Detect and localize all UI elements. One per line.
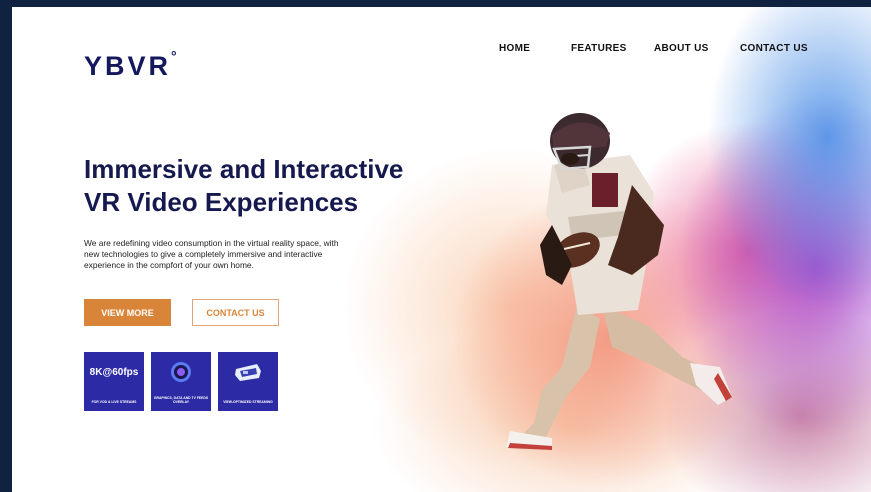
page-frame: YBVR° HOME FEATURES ABOUT US CONTACT US … [12,7,871,492]
feature-card-8k: 8K@60fps FOR VOD & LIVE STREAMS [84,352,144,411]
feature-card-overlay: GRAPHICS, DATA AND TV FEEDS OVERLAY [151,352,211,411]
nav-features[interactable]: FEATURES [571,43,627,54]
hero-title: Immersive and Interactive VR Video Exper… [84,153,444,219]
main-nav: HOME FEATURES ABOUT US CONTACT US [12,43,871,63]
feature-card-streaming: VIEW-OPTIMIZED STREAMING [218,352,278,411]
feature-caption: FOR VOD & LIVE STREAMS [91,400,137,405]
feature-caption: GRAPHICS, DATA AND TV FEEDS OVERLAY [153,395,209,405]
hero-subtitle: We are redefining video consumption in t… [84,238,339,270]
feature-caption: VIEW-OPTIMIZED STREAMING [223,400,273,405]
contact-us-button[interactable]: CONTACT US [192,299,279,326]
hero-title-line1: Immersive and Interactive [84,154,404,184]
nav-about-us[interactable]: ABOUT US [654,43,709,54]
nav-home[interactable]: HOME [499,43,530,54]
hero-title-line2: VR Video Experiences [84,187,359,217]
ring-icon [151,360,211,384]
football-player-image [506,113,732,450]
feature-headline: 8K@60fps [89,367,139,378]
vr-headset-icon [218,360,278,384]
view-more-button[interactable]: VIEW MORE [84,299,171,326]
nav-contact-us[interactable]: CONTACT US [740,43,808,54]
